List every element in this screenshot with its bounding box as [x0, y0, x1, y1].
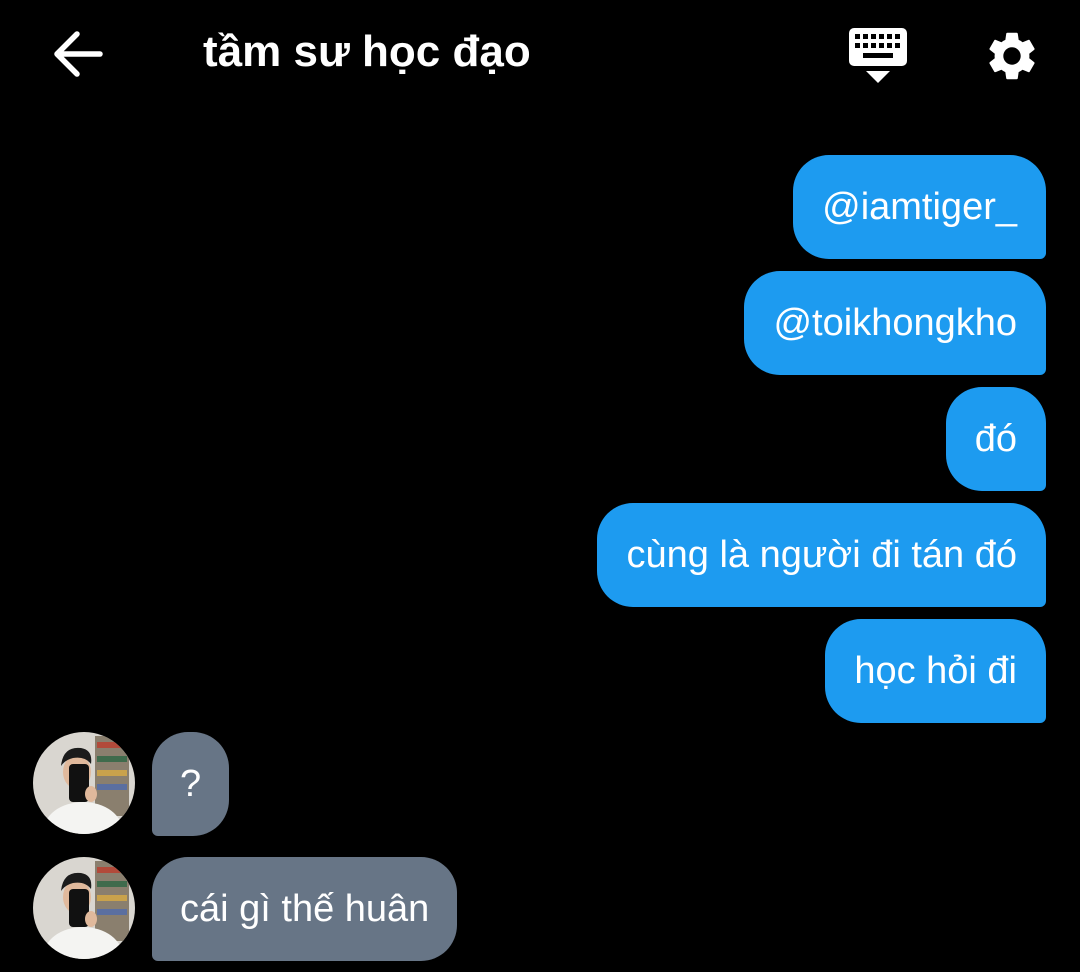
arrow-left-icon	[54, 31, 103, 77]
avatar[interactable]	[33, 857, 135, 959]
conversation-title[interactable]: tầm sư học đạo	[203, 24, 531, 80]
settings-button[interactable]	[980, 24, 1044, 88]
avatar-photo	[33, 732, 135, 834]
sent-message[interactable]: cùng là người đi tán đó	[597, 503, 1046, 607]
sent-message[interactable]: @iamtiger_	[793, 155, 1046, 259]
gear-icon	[989, 32, 1035, 80]
dm-conversation-screen: tầm sư học đạo @iamtiger_ @toikhongkho đ…	[0, 0, 1080, 972]
sent-messages: @iamtiger_ @toikhongkho đó cùng là người…	[597, 155, 1046, 723]
conversation-header: tầm sư học đạo	[0, 0, 1080, 108]
avatar-photo	[33, 857, 135, 959]
received-message[interactable]: cái gì thế huân	[152, 857, 458, 961]
received-message[interactable]: ?	[152, 732, 230, 836]
sent-message[interactable]: @toikhongkho	[744, 271, 1046, 375]
keyboard-icon	[849, 28, 907, 83]
back-button[interactable]	[50, 26, 106, 82]
sent-message[interactable]: học hỏi đi	[825, 619, 1046, 723]
keyboard-button[interactable]	[846, 24, 910, 88]
received-message-row: cái gì thế huân	[33, 857, 458, 961]
sent-message[interactable]: đó	[945, 387, 1046, 491]
avatar[interactable]	[33, 732, 135, 834]
received-message-row: ?	[33, 732, 230, 836]
